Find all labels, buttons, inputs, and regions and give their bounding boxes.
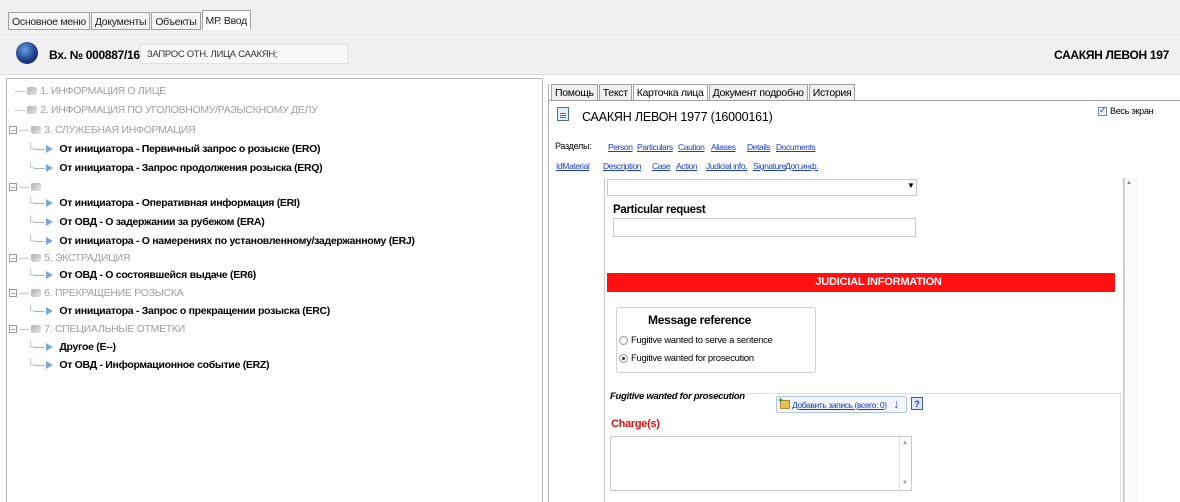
tree-item[interactable]: └— От ОВД - О состоявшейся выдаче (ER6): [27, 269, 256, 281]
sections-label: Разделы:: [555, 141, 592, 151]
collapse-icon[interactable]: −: [9, 289, 17, 298]
form-scrollbar[interactable]: [1124, 178, 1138, 502]
tree-item[interactable]: └— От инициатора - О намерениях по устано…: [27, 235, 415, 247]
tab-documents[interactable]: Документы: [90, 12, 151, 30]
section-link-idmaterial[interactable]: IdMaterial: [556, 161, 590, 171]
scroll-up-icon[interactable]: ▲: [902, 440, 908, 446]
tab-objects[interactable]: Объекты: [151, 12, 201, 30]
radio-serve-sentence[interactable]: [619, 336, 628, 345]
arrow-icon: [46, 307, 54, 316]
add-record-icon: [778, 395, 790, 409]
tree-item[interactable]: − —5. ЭКСТРАДИЦИЯ: [9, 252, 130, 264]
judicial-information-header: JUDICIAL INFORMATION: [607, 273, 1115, 292]
message-tree-panel: —1. ИНФОРМАЦИЯ О ЛИЦЕ —2. ИНФОРМАЦИЯ ПО …: [6, 78, 543, 502]
folder-icon: [27, 106, 38, 115]
section-link-case[interactable]: Case: [652, 161, 671, 171]
globe-icon: [16, 42, 38, 64]
collapse-icon[interactable]: −: [9, 254, 17, 263]
radio-prosecution[interactable]: [619, 354, 628, 363]
collapse-icon[interactable]: −: [9, 325, 17, 334]
folder-icon: [27, 87, 38, 96]
tree-item[interactable]: └— От инициатора - Первичный запрос о роз…: [27, 143, 320, 155]
fullscreen-toggle[interactable]: Весь экран: [1098, 105, 1154, 116]
tab-document-details[interactable]: Документ подробно: [708, 84, 808, 101]
arrow-icon: [46, 199, 54, 208]
person-name: СААКЯН ЛЕВОН 197: [1054, 48, 1169, 62]
arrow-icon: [46, 237, 54, 246]
section-link-details[interactable]: Details: [747, 142, 771, 152]
section-link-particulars[interactable]: Particulars: [637, 142, 673, 152]
charges-label: Charge(s): [611, 418, 660, 430]
document-number: Вх. № 000887/16г.: [49, 48, 147, 62]
arrow-icon: [46, 343, 54, 352]
folder-icon: [31, 126, 42, 135]
folder-icon: [31, 183, 42, 192]
tree-item[interactable]: └— От инициатора - Оперативная информация…: [27, 197, 300, 209]
section-link-aliases[interactable]: Aliases: [711, 142, 736, 152]
tree-item[interactable]: └— От ОВД - О задержании за рубежом (ERA): [27, 216, 265, 228]
section-link-caution[interactable]: Caution: [678, 142, 705, 152]
scroll-up-icon[interactable]: ▲: [1126, 180, 1132, 186]
fullscreen-label: Весь экран: [1110, 106, 1154, 116]
section-link-judicial-info[interactable]: Judicial info.: [706, 161, 748, 171]
help-button[interactable]: ?: [911, 397, 923, 410]
add-record-label: Добавить запись (всего: 0): [792, 399, 887, 410]
radio-label: Fugitive wanted to serve a sentence: [631, 335, 773, 346]
arrow-icon: [46, 164, 54, 173]
collapse-icon[interactable]: −: [9, 183, 17, 192]
tree-item[interactable]: − —: [9, 181, 44, 193]
tab-person-card[interactable]: Карточка лица: [632, 84, 708, 101]
tab-divider: [548, 100, 1180, 101]
arrow-icon: [46, 218, 54, 227]
tree-item[interactable]: − —7. СПЕЦИАЛЬНЫЕ ОТМЕТКИ: [9, 323, 185, 335]
add-record-button[interactable]: Добавить запись (всего: 0): [776, 395, 907, 413]
scroll-down-icon[interactable]: ▼: [902, 480, 908, 486]
arrow-icon: [46, 361, 54, 370]
section-link-documents[interactable]: Documents: [776, 142, 816, 152]
checkbox-icon[interactable]: [1098, 105, 1107, 116]
document-icon: [557, 107, 569, 121]
tree-item[interactable]: —1. ИНФОРМАЦИЯ О ЛИЦЕ: [15, 85, 166, 97]
message-reference-title: Message reference: [648, 313, 751, 327]
tree-item[interactable]: └— От инициатора - Запрос продолжения роз…: [27, 162, 323, 174]
chevron-down-icon[interactable]: ▼: [907, 181, 915, 190]
particular-request-label: Particular request: [613, 204, 706, 216]
tree-item[interactable]: —2. ИНФОРМАЦИЯ ПО УГОЛОВНОМУ/РАЗЫСКНОМУ …: [15, 104, 318, 116]
section-link-additional-info[interactable]: Доп.инф.: [785, 161, 819, 171]
arrow-icon: [46, 145, 54, 154]
arrow-down-icon[interactable]: ↓: [893, 396, 900, 411]
folder-icon: [31, 254, 42, 263]
arrow-icon: [46, 271, 54, 280]
radio-label: Fugitive wanted for prosecution: [631, 353, 754, 364]
document-subject: ЗАПРОС ОТН. ЛИЦА СААКЯН;: [140, 44, 348, 64]
tree-item[interactable]: └— Другое (E--): [27, 341, 116, 353]
folder-icon: [31, 325, 42, 334]
tab-main-menu[interactable]: Основное меню: [8, 12, 90, 30]
dropdown-select[interactable]: [607, 179, 917, 196]
top-tabs: Основное меню Документы Объекты МР. Ввод: [8, 10, 252, 32]
particular-request-input[interactable]: [613, 218, 916, 237]
charges-textarea[interactable]: [610, 436, 912, 491]
folder-icon: [31, 289, 42, 298]
tab-help[interactable]: Помощь: [551, 84, 598, 101]
tree-item[interactable]: − —6. ПРЕКРАЩЕНИЕ РОЗЫСКА: [9, 287, 184, 299]
collapse-icon[interactable]: −: [9, 126, 17, 135]
section-link-signature[interactable]: Signature: [753, 161, 786, 171]
tree-item[interactable]: └— От инициатора - Запрос о прекращении р…: [27, 305, 330, 317]
tree-item[interactable]: └— От ОВД - Информационное событие (ERZ): [27, 359, 270, 371]
section-link-person[interactable]: Person: [608, 142, 633, 152]
section-link-action[interactable]: Action: [676, 161, 698, 171]
tab-mr-input[interactable]: МР. Ввод: [201, 10, 251, 30]
section-link-description[interactable]: Description: [603, 161, 642, 171]
card-title: СААКЯН ЛЕВОН 1977 (16000161): [582, 110, 773, 124]
tree-item[interactable]: − —3. СЛУЖЕБНАЯ ИНФОРМАЦИЯ: [9, 124, 196, 136]
fugitive-section-label: Fugitive wanted for prosecution: [610, 391, 745, 402]
tab-text[interactable]: Текст: [598, 84, 632, 101]
tab-history[interactable]: История: [808, 84, 856, 101]
